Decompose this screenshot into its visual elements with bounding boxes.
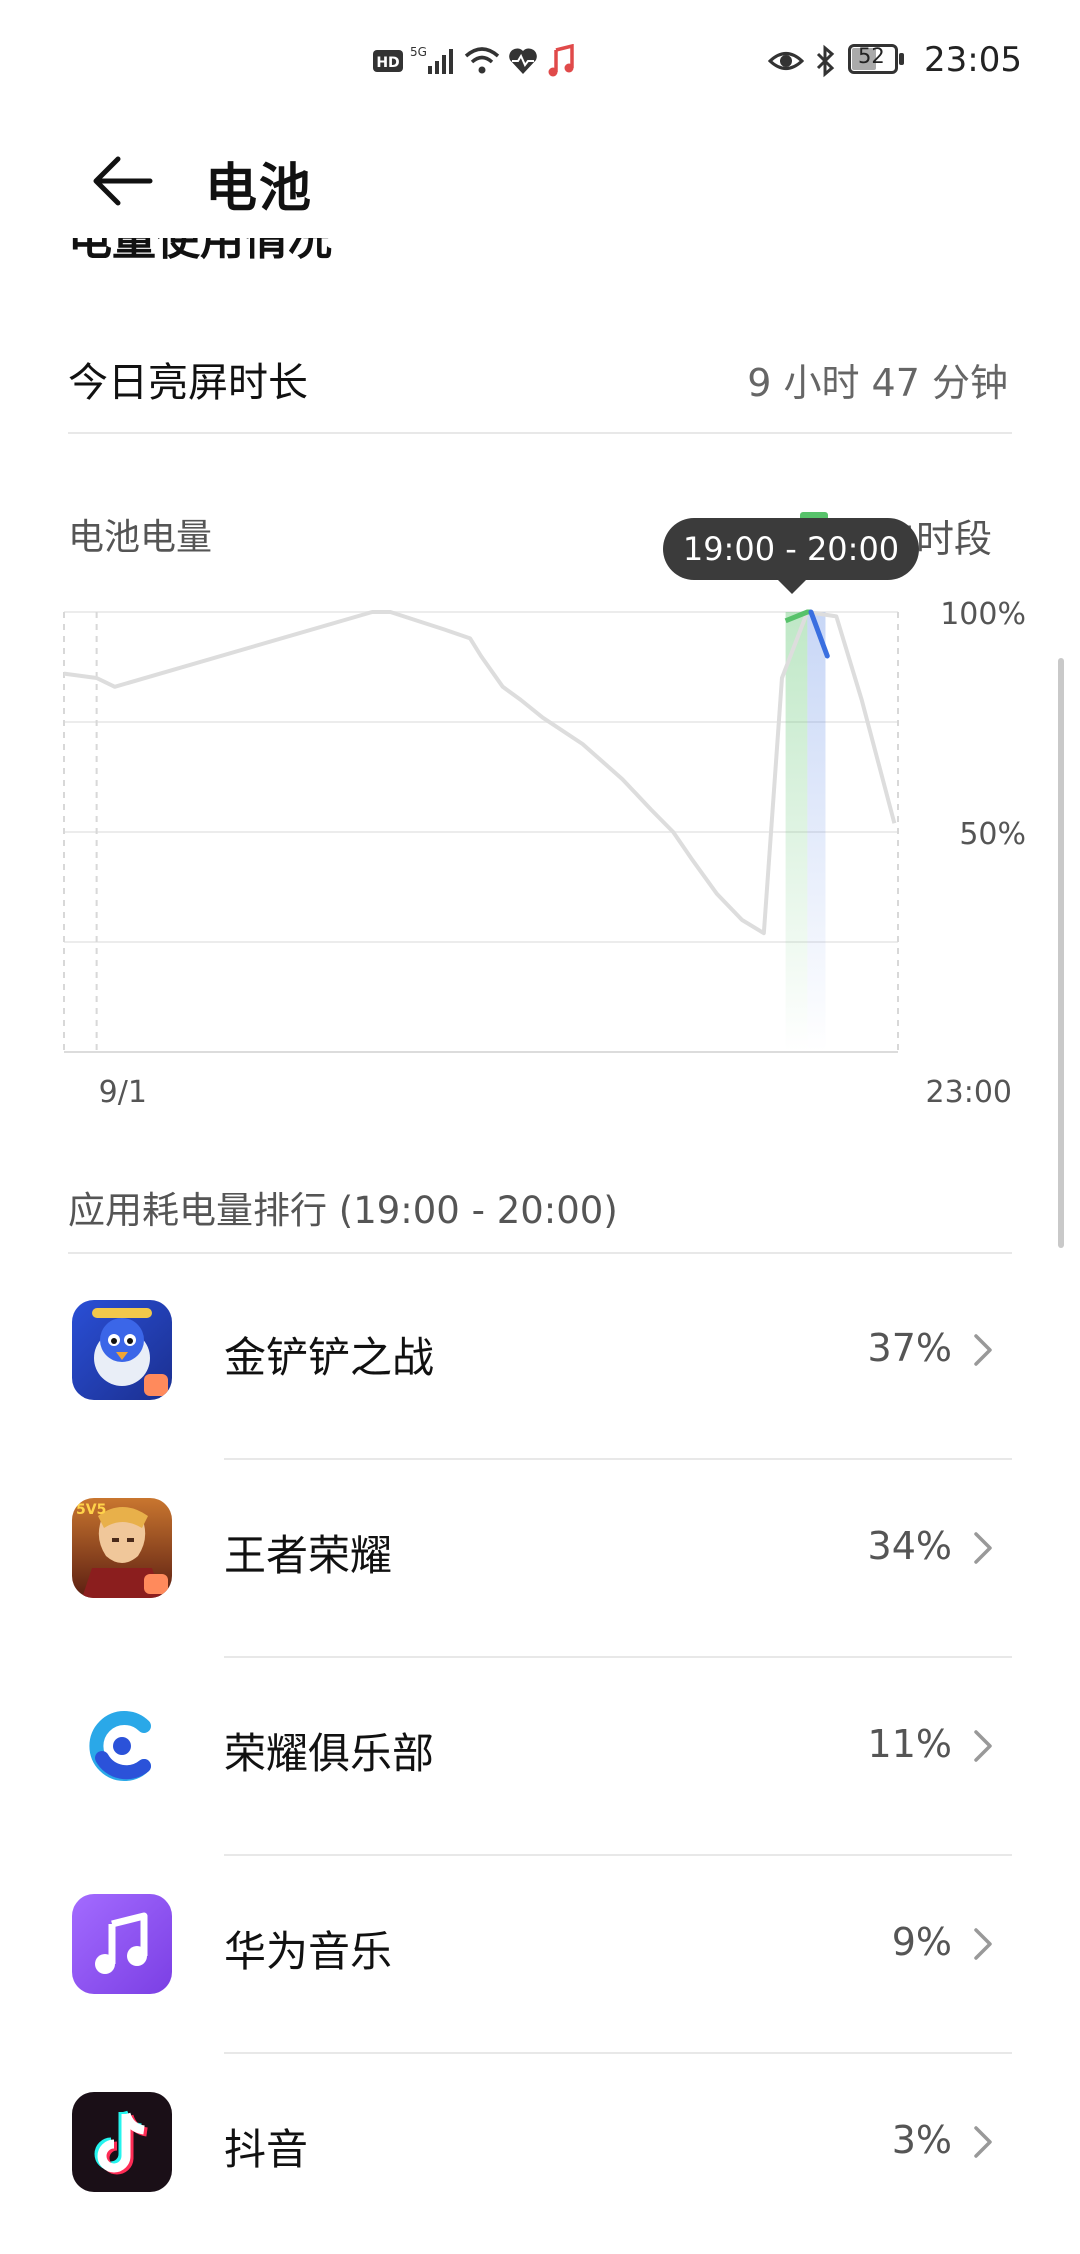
tooltip-arrow [776, 578, 808, 594]
scrollbar[interactable] [1058, 658, 1064, 1248]
app-row[interactable]: 5V5 王者荣耀 34% [0, 1460, 1080, 1660]
app-name: 荣耀俱乐部 [224, 1729, 435, 1778]
battery-chart-label: 电池电量 [68, 517, 213, 558]
battery-level-chart[interactable]: 100% 50% 9/1 23:00 [60, 590, 1040, 1110]
app-name: 王者荣耀 [224, 1531, 393, 1580]
x-tick-label: 23:00 [926, 1075, 1012, 1110]
selected-band [807, 612, 826, 1052]
app-name: 抖音 [224, 2125, 309, 2174]
svg-text:5G: 5G [410, 45, 427, 59]
svg-text:5V5: 5V5 [76, 1502, 106, 1518]
back-arrow-icon[interactable] [88, 146, 158, 216]
charging-band [785, 612, 808, 1052]
huawei-music-app-icon [72, 1894, 172, 1994]
5g-signal-icon: 5G [410, 45, 453, 74]
chevron-right-icon [974, 1928, 992, 1960]
app-percent: 9% [891, 1920, 952, 1964]
bluetooth-icon [816, 44, 835, 78]
app-name: 华为音乐 [224, 1927, 393, 1976]
divider [68, 1252, 1012, 1254]
honor-of-kings-app-icon: 5V5 [72, 1498, 172, 1598]
screen-time-value: 9 小时 47 分钟 [747, 361, 1008, 405]
app-name: 金铲铲之战 [224, 1333, 435, 1382]
app-percent: 3% [891, 2118, 952, 2162]
app-percent: 37% [867, 1326, 952, 1370]
chevron-right-icon [974, 1334, 992, 1366]
status-bar: HD 5G 52 23:05 [0, 0, 1080, 120]
page-title: 电池 [205, 159, 314, 219]
app-row[interactable]: 抖音 3% [0, 2054, 1080, 2254]
golden-spatula-app-icon [72, 1300, 172, 1400]
status-time: 23:05 [924, 40, 1022, 80]
chevron-right-icon [974, 2126, 992, 2158]
app-percent: 11% [867, 1722, 952, 1766]
y-tick-label: 50% [959, 817, 1026, 852]
screen-time-label: 今日亮屏时长 [68, 360, 308, 406]
douyin-app-icon [72, 2092, 172, 2192]
heart-rate-icon [509, 48, 537, 74]
svg-text:HD: HD [376, 55, 399, 71]
app-row[interactable]: 荣耀俱乐部 11% [0, 1658, 1080, 1858]
battery-icon: 52 [848, 44, 906, 78]
battery-level-text: 52 [858, 44, 885, 68]
eye-icon [768, 52, 804, 70]
chevron-right-icon [974, 1532, 992, 1564]
battery-level-line [63, 610, 897, 936]
chevron-right-icon [974, 1730, 992, 1762]
app-row[interactable]: 华为音乐 9% [0, 1856, 1080, 2056]
divider [68, 432, 1012, 434]
music-note-icon [548, 44, 574, 77]
ranking-label: 应用耗电量排行 (19:00 - 20:00) [68, 1189, 618, 1232]
chart-tooltip: 19:00 - 20:00 [663, 518, 919, 580]
app-percent: 34% [867, 1524, 952, 1568]
hd-icon: HD [373, 50, 403, 72]
honor-club-app-icon [72, 1696, 172, 1796]
y-tick-label: 100% [940, 597, 1026, 632]
app-row[interactable]: 金铲铲之战 37% [0, 1262, 1080, 1462]
wifi-icon [464, 47, 500, 74]
x-tick-label: 9/1 [99, 1075, 147, 1110]
section-title: 电量使用情况 [68, 238, 332, 265]
